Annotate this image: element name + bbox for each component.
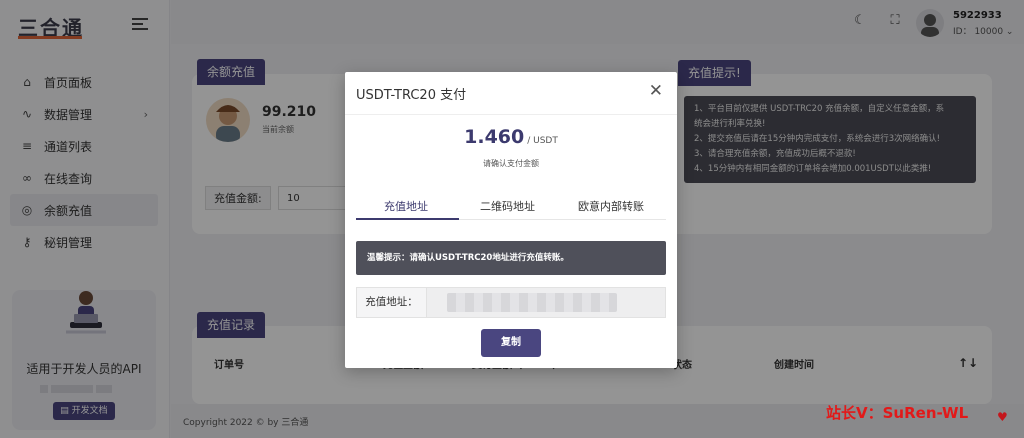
payment-amount-value: 1.460 xyxy=(464,126,525,148)
modal-title: USDT-TRC20 支付 xyxy=(356,88,467,103)
modal-divider xyxy=(345,114,677,115)
watermark-text: 站长V：SuRen-WL xyxy=(826,404,969,422)
address-label: 充值地址： xyxy=(357,288,427,317)
close-icon[interactable]: ✕ xyxy=(649,83,663,100)
address-value-masked[interactable] xyxy=(447,293,617,312)
payment-amount: 1.460/ USDT xyxy=(345,126,677,148)
warning-banner: 温馨提示：请确认USDT-TRC20地址进行充值转账。 xyxy=(356,241,666,275)
payment-amount-unit: / USDT xyxy=(527,136,558,146)
payment-amount-hint: 请确认支付金额 xyxy=(483,159,539,168)
heart-icon: ♥ xyxy=(997,410,1008,424)
copy-button[interactable]: 复制 xyxy=(481,329,541,357)
tab-recharge-address[interactable]: 充值地址 xyxy=(384,198,428,214)
tab-okx-transfer[interactable]: 欧意内部转账 xyxy=(578,198,644,214)
payment-modal: USDT-TRC20 支付 ✕ 1.460/ USDT 请确认支付金额 充值地址… xyxy=(345,72,677,368)
tab-qr-address[interactable]: 二维码地址 xyxy=(480,198,535,214)
address-field: 充值地址： xyxy=(356,287,666,318)
payment-tabs: 充值地址 二维码地址 欧意内部转账 xyxy=(356,191,666,220)
active-tab-indicator xyxy=(356,218,459,220)
